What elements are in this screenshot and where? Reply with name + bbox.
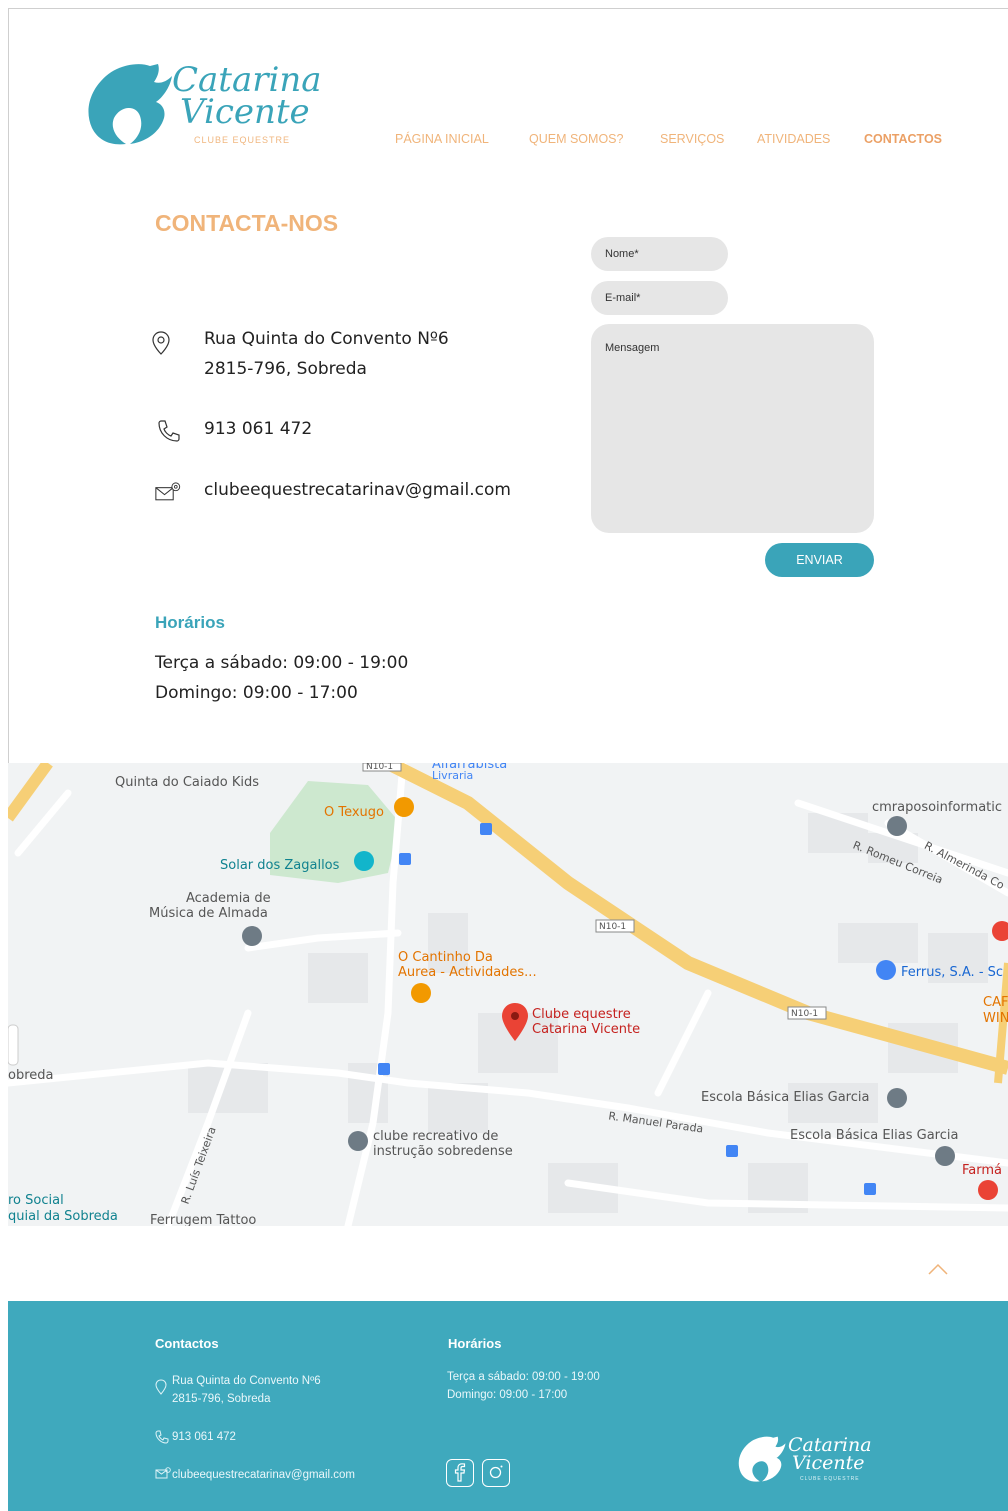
email-icon xyxy=(155,1467,171,1479)
location-pin-icon xyxy=(152,331,170,355)
map-label: Farmá xyxy=(962,1163,1002,1178)
facebook-icon[interactable] xyxy=(446,1459,474,1487)
footer-hours-title: Horários xyxy=(448,1336,502,1351)
map-label: N10-1 xyxy=(366,763,394,772)
hours-title: Horários xyxy=(155,613,225,632)
footer-hours-weekdays: Terça a sábado: 09:00 - 19:00 xyxy=(447,1371,600,1383)
footer-contacts-title: Contactos xyxy=(155,1336,219,1351)
phone-icon xyxy=(155,1430,169,1444)
footer-address-line2: 2815-796, Sobreda xyxy=(172,1393,271,1405)
instagram-icon[interactable] xyxy=(482,1459,510,1487)
nav-item-quem-somos[interactable]: QUEM SOMOS? xyxy=(529,132,623,146)
footer-address-line1: Rua Quinta do Convento Nº6 xyxy=(172,1375,321,1387)
map-label: Quinta do Caiado Kids xyxy=(115,775,259,790)
map-label: Escola Básica Elias Garcia xyxy=(701,1090,870,1105)
map-label: O Cantinho Da xyxy=(398,950,493,965)
map-label: instrução sobredense xyxy=(373,1144,513,1159)
map-label: N10-1 xyxy=(791,1009,819,1019)
page-frame-top xyxy=(8,8,1008,9)
map-label: N10-1 xyxy=(599,922,627,932)
footer-phone[interactable]: 913 061 472 xyxy=(172,1428,236,1446)
map-label: Clube equestre xyxy=(532,1007,631,1022)
main-nav: PÁGINA INICIAL QUEM SOMOS? SERVIÇOS ATIV… xyxy=(0,132,1008,150)
nav-item-servicos[interactable]: SERVIÇOS xyxy=(660,132,724,146)
map-label: Ferrus, S.A. - Sc xyxy=(901,965,1004,980)
map-label: quial da Sobreda xyxy=(8,1209,118,1224)
footer-logo-line2: Vicente xyxy=(792,1452,865,1474)
phone-icon xyxy=(158,420,180,442)
map-label: cmraposoinformatic xyxy=(872,800,1003,815)
nav-item-pagina-inicial[interactable]: PÁGINA INICIAL xyxy=(395,132,489,146)
map-label: Catarina Vicente xyxy=(532,1022,641,1037)
map-label: Ferrugem Tattoo xyxy=(150,1213,257,1226)
email-address[interactable]: clubeequestrecatarinav@gmail.com xyxy=(204,475,511,505)
email-field[interactable] xyxy=(591,281,728,315)
hours-sunday: Domingo: 09:00 - 17:00 xyxy=(155,683,358,703)
chevron-up-icon[interactable] xyxy=(926,1260,950,1280)
email-icon xyxy=(155,482,181,501)
map-label: ro Social xyxy=(8,1193,64,1208)
name-field[interactable] xyxy=(591,237,728,271)
map-label: Livraria xyxy=(432,769,474,782)
footer-email[interactable]: clubeequestrecatarinav@gmail.com xyxy=(172,1466,355,1484)
map-label: Escola Básica Elias Garcia xyxy=(790,1128,959,1143)
address-line2: 2815-796, Sobreda xyxy=(204,359,367,379)
nav-item-atividades[interactable]: ATIVIDADES xyxy=(757,132,830,146)
footer-logo[interactable]: Catarina Vicente CLUBE EQUESTRE xyxy=(734,1429,894,1489)
footer-logo-subtitle: CLUBE EQUESTRE xyxy=(800,1476,860,1482)
footer-hours-sunday: Domingo: 09:00 - 17:00 xyxy=(447,1389,568,1401)
phone-number[interactable]: 913 061 472 xyxy=(204,414,312,444)
map-embed[interactable]: Quinta do Caiado Kids Alfarrabista Livra… xyxy=(8,763,1008,1226)
location-pin-icon xyxy=(155,1379,167,1395)
map-label: obreda xyxy=(8,1068,54,1083)
map-label: WIN xyxy=(983,1011,1008,1026)
hours-weekdays: Terça a sábado: 09:00 - 19:00 xyxy=(155,653,409,673)
map-label: Solar dos Zagallos xyxy=(220,858,340,873)
map-label: CAF xyxy=(983,995,1008,1010)
brand-name-line2: Vicente xyxy=(180,92,310,132)
address-line1: Rua Quinta do Convento Nº6 xyxy=(204,329,449,349)
map-label: clube recreativo de xyxy=(373,1129,499,1144)
message-field[interactable] xyxy=(591,324,874,533)
nav-item-contactos[interactable]: CONTACTOS xyxy=(864,132,942,146)
map-label: Aurea - Actividades... xyxy=(398,965,537,980)
map-label: Academia de xyxy=(186,891,271,906)
send-button[interactable]: ENVIAR xyxy=(765,543,874,577)
map-label: Música de Almada xyxy=(149,906,268,921)
page-title: CONTACTA-NOS xyxy=(155,210,339,236)
map-label: O Texugo xyxy=(324,805,385,820)
page-frame-left xyxy=(8,8,9,763)
horse-head-logo-icon xyxy=(738,1436,786,1482)
site-footer: Contactos Rua Quinta do Convento Nº6 281… xyxy=(8,1301,1008,1511)
